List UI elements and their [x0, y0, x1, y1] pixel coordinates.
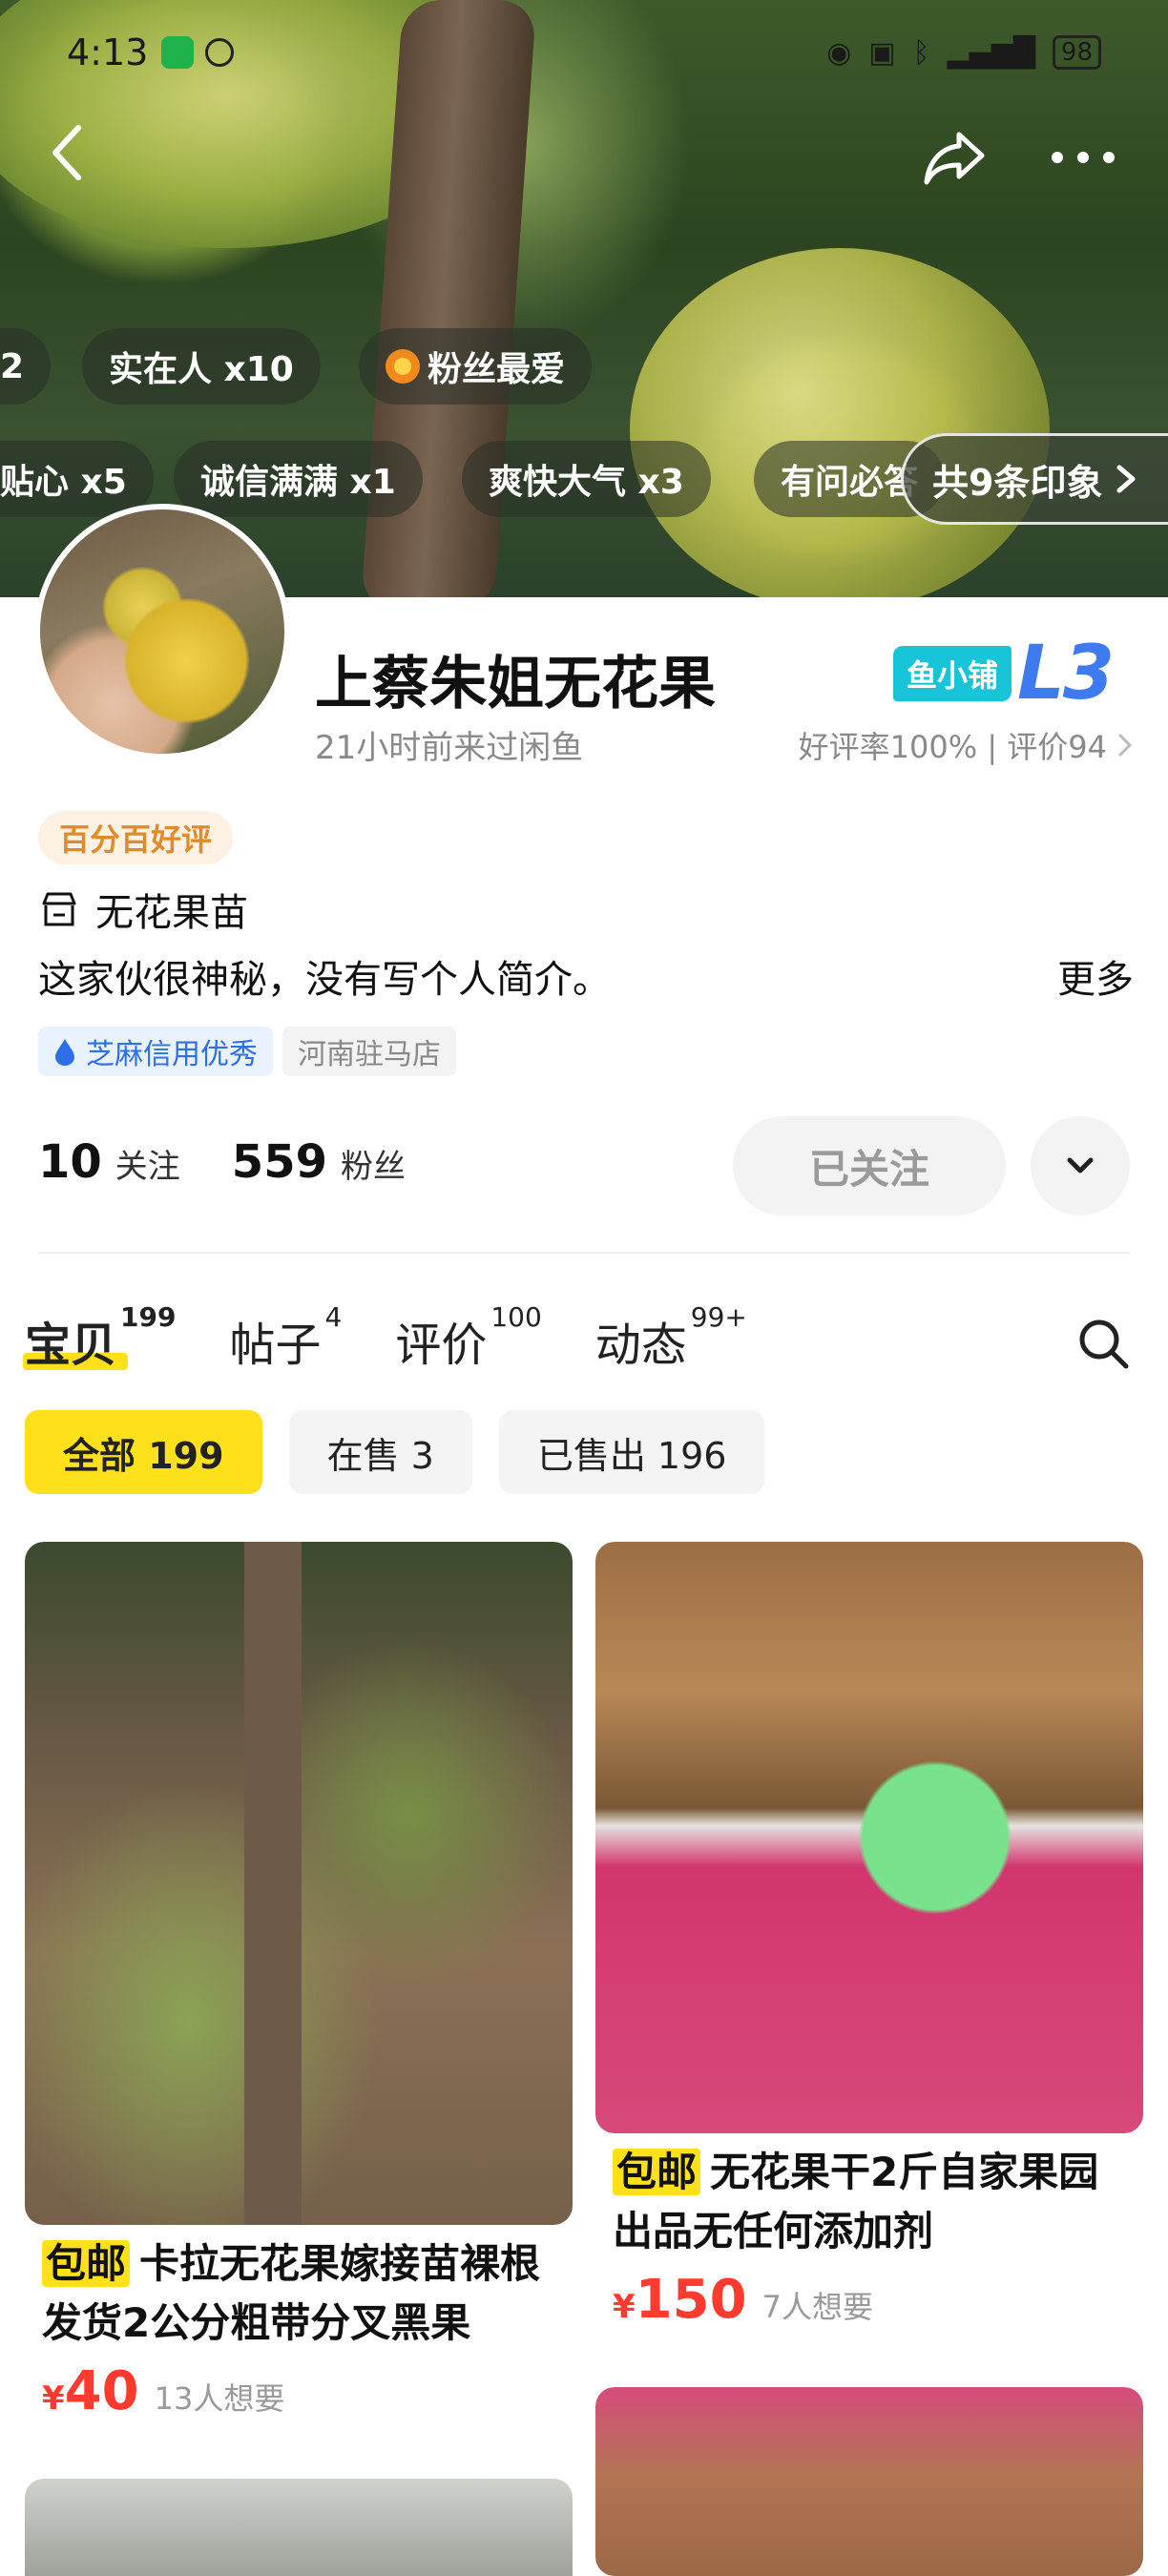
status-bar: 4:13 ◉ ▣ ᛒ ▂▄▆█ 98 [0, 0, 1168, 105]
chevron-right-icon [1118, 734, 1133, 757]
sesame-credit-tag[interactable]: 芝麻信用优秀 [38, 1027, 273, 1076]
impression-chip[interactable]: 诚信满满 x1 [174, 441, 423, 517]
credit-tags: 芝麻信用优秀 河南驻马店 [38, 1027, 456, 1076]
banner-fig-fruit-large [630, 248, 1050, 611]
price-row: ¥ 40 13人想要 [25, 2353, 573, 2430]
battery-icon: 98 [1052, 35, 1101, 70]
following-label[interactable]: 关注 [115, 1140, 180, 1187]
free-shipping-tag: 包邮 [613, 2149, 701, 2195]
tab-posts[interactable]: 帖子 4 [229, 1301, 342, 1374]
tab-activity[interactable]: 动态 99+ [594, 1301, 747, 1374]
back-button[interactable] [38, 114, 95, 191]
more-options-button[interactable] [1040, 119, 1126, 196]
item-card[interactable] [595, 2387, 1143, 2576]
store-icon [42, 892, 76, 926]
content-tabs: 宝贝 199 帖子 4 评价 100 动态 99+ [23, 1288, 1151, 1393]
status-icons: ◉ ▣ ᛒ ▂▄▆█ 98 [826, 35, 1101, 70]
currency-symbol: ¥ [613, 2288, 636, 2326]
share-button[interactable] [916, 119, 992, 196]
shop-level-badge[interactable]: 鱼小铺 L3 [893, 631, 1115, 717]
avatar[interactable] [34, 504, 290, 759]
fans-count[interactable]: 559 [232, 1135, 327, 1189]
tab-reviews[interactable]: 评价 100 [395, 1301, 541, 1374]
currency-symbol: ¥ [42, 2379, 65, 2418]
item-card[interactable]: 包邮 无花果干2斤自家果园出品无任何添加剂 ¥ 150 7人想要 [595, 1542, 1143, 2338]
filter-sold[interactable]: 已售出 196 [498, 1410, 765, 1494]
follow-options-button[interactable] [1031, 1116, 1130, 1215]
filter-on-sale[interactable]: 在售 3 [288, 1410, 472, 1494]
impressions-label: 共9条印象 [932, 461, 1103, 504]
good-review-tag: 百分百好评 [38, 811, 234, 864]
nfc-icon: ▣ [868, 35, 896, 70]
followed-button[interactable]: 已关注 [733, 1116, 1006, 1215]
fans-label[interactable]: 粉丝 [341, 1140, 406, 1187]
tab-label: 动态 [594, 1319, 687, 1372]
signal-icon: ▂▄▆█ [947, 35, 1035, 70]
all-impressions-button[interactable]: 共9条印象 [901, 433, 1168, 525]
item-price: 40 [64, 2360, 139, 2422]
item-image [595, 1542, 1143, 2133]
share-icon [924, 132, 985, 185]
item-title: 包邮 卡拉无花果嫁接苗裸根发货2公分粗带分叉黑果 [25, 2225, 573, 2353]
tab-label: 评价 [395, 1319, 488, 1372]
want-count: 13人想要 [154, 2380, 285, 2417]
item-image[interactable] [25, 2479, 573, 2576]
impression-chip[interactable]: 爽快大气 x3 [462, 441, 711, 517]
sesame-credit-label: 芝麻信用优秀 [86, 1038, 258, 1071]
filter-all[interactable]: 全部 199 [25, 1410, 262, 1494]
search-button[interactable] [1074, 1315, 1132, 1372]
tab-count: 100 [490, 1301, 542, 1333]
shop-name: 上蔡朱姐无花果 [315, 651, 716, 717]
search-icon [1079, 1319, 1129, 1369]
impression-chip-fans-favorite[interactable]: 粉丝最爱 [359, 328, 593, 405]
item-price: 150 [635, 2269, 747, 2331]
item-image [595, 2387, 1143, 2576]
last-seen: 21小时前来过闲鱼 [315, 729, 584, 767]
tab-count: 4 [324, 1301, 343, 1333]
item-card[interactable]: 包邮 卡拉无花果嫁接苗裸根发货2公分粗带分叉黑果 ¥ 40 13人想要 [25, 1542, 573, 2430]
chip-label: 粉丝最爱 [428, 350, 566, 389]
shop-category: 无花果苗 [38, 883, 248, 935]
rating-link[interactable]: 好评率100% | 评价94 [799, 723, 1134, 767]
impression-chip[interactable]: 实在人 x10 [82, 328, 321, 405]
rating-text: 好评率100% | 评价94 [798, 729, 1107, 765]
chevron-left-icon [52, 125, 81, 180]
more-dots-icon [1052, 152, 1115, 163]
want-count: 7人想要 [761, 2289, 873, 2325]
app-notification-icon [161, 36, 195, 69]
item-filters: 全部 199 在售 3 已售出 196 [25, 1410, 765, 1494]
follow-stats: 10 关注 559 粉丝 [38, 1135, 444, 1189]
level-text: L3 [1017, 631, 1115, 717]
impression-chip[interactable]: 贴心 x5 [0, 441, 154, 517]
item-title: 包邮 无花果干2斤自家果园出品无任何添加剂 [595, 2133, 1143, 2261]
price-row: ¥ 150 7人想要 [595, 2261, 1143, 2338]
bio-text: 这家伙很神秘，没有写个人简介。 [38, 958, 611, 1002]
tab-count: 99+ [690, 1301, 747, 1333]
bio-more-link[interactable]: 更多 [1057, 948, 1134, 1004]
chevron-right-icon [1116, 465, 1136, 493]
notification-icon [205, 38, 235, 67]
free-shipping-tag: 包邮 [42, 2240, 131, 2287]
divider [38, 1252, 1130, 1254]
drop-icon [55, 1039, 74, 1066]
category-label: 无花果苗 [95, 891, 248, 935]
impression-chip[interactable]: 2 [0, 328, 52, 405]
fans-badge-icon [386, 349, 420, 384]
status-time: 4:13 [67, 31, 149, 73]
eye-icon: ◉ [826, 35, 852, 70]
tab-count: 199 [120, 1301, 177, 1333]
bluetooth-icon: ᛒ [912, 35, 930, 70]
tab-items[interactable]: 宝贝 199 [23, 1301, 176, 1374]
tab-label: 帖子 [229, 1319, 322, 1372]
fish-shop-badge: 鱼小铺 [893, 646, 1012, 701]
tab-label: 宝贝 [25, 1319, 117, 1372]
chevron-down-icon [1067, 1157, 1094, 1174]
location-tag: 河南驻马店 [282, 1027, 456, 1076]
following-count[interactable]: 10 [38, 1135, 102, 1189]
item-image [25, 1542, 573, 2225]
